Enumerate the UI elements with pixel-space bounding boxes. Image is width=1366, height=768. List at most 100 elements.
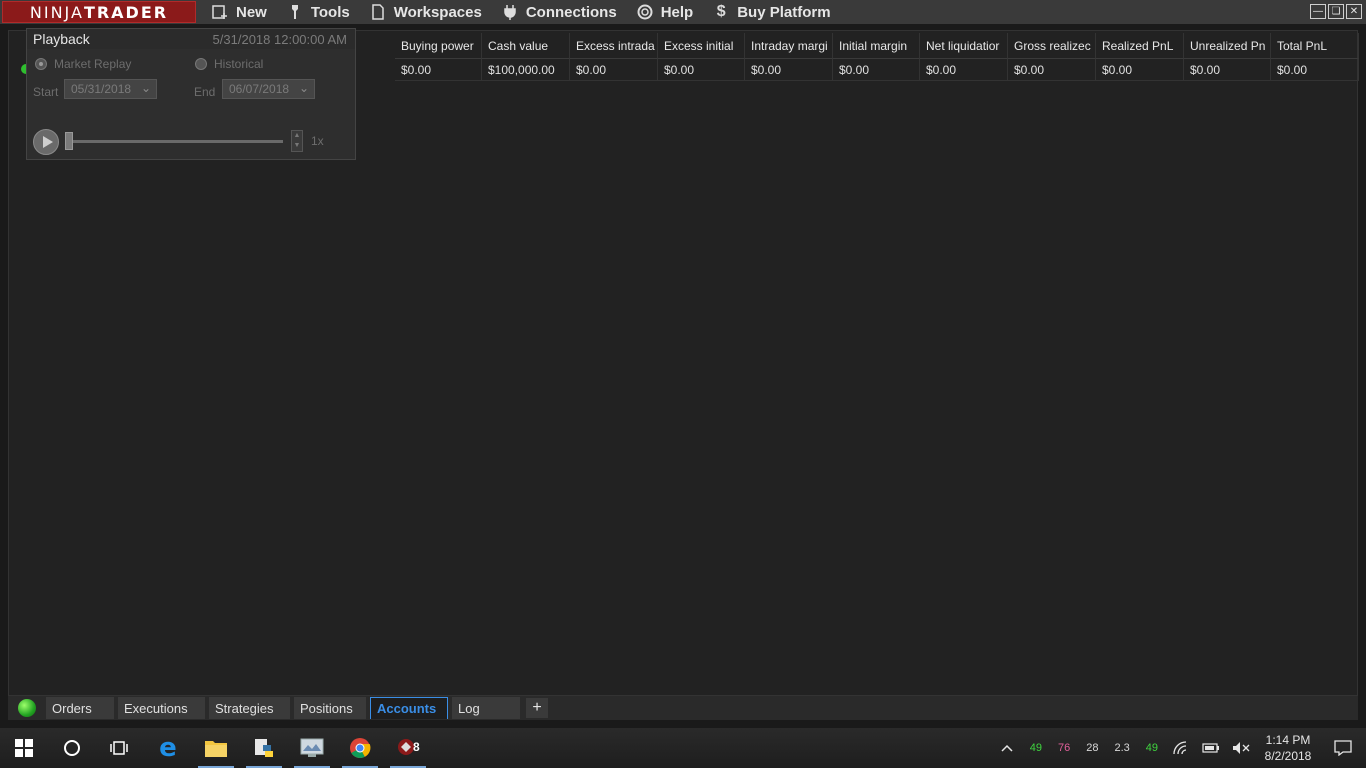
column-header[interactable]: Buying power: [395, 33, 482, 59]
chevron-up-icon[interactable]: [992, 744, 1022, 752]
clock-date: 8/2/2018: [1264, 749, 1312, 763]
market-replay-label: Market Replay: [54, 57, 132, 71]
connection-status-icon: [18, 699, 36, 717]
column-header[interactable]: Initial margin: [833, 33, 920, 59]
menu-workspaces[interactable]: Workspaces: [360, 0, 492, 24]
new-window-icon: [212, 4, 228, 20]
lifebuoy-icon: [637, 4, 653, 20]
search-circle-icon[interactable]: [48, 728, 96, 768]
cell-cash-value: $100,000.00: [482, 59, 570, 81]
cell-net-liquidation: $0.00: [920, 59, 1008, 81]
menu-buy-platform-label: Buy Platform: [737, 3, 831, 21]
speed-spinner[interactable]: ▲ ▼: [291, 130, 303, 152]
battery-icon[interactable]: [1196, 743, 1226, 753]
tab-orders[interactable]: Orders: [46, 697, 114, 719]
table-row[interactable]: $0.00 $100,000.00 $0.00 $0.00 $0.00 $0.0…: [395, 59, 1359, 81]
tray-stat: 28: [1086, 742, 1099, 754]
monitor-app-icon[interactable]: [288, 728, 336, 768]
end-date-value: 06/07/2018: [229, 82, 290, 96]
python-icon[interactable]: [240, 728, 288, 768]
file-explorer-icon[interactable]: [192, 728, 240, 768]
cell-unrealized-pnl: $0.00: [1184, 59, 1271, 81]
column-header[interactable]: Cash value: [482, 33, 570, 59]
end-date-select[interactable]: 06/07/2018 ⌄: [222, 79, 315, 99]
tab-positions[interactable]: Positions: [294, 697, 366, 719]
column-header[interactable]: Realized PnL: [1096, 33, 1184, 59]
tray-stat: 49: [1145, 742, 1158, 754]
add-tab-button[interactable]: +: [526, 698, 548, 718]
menu-workspaces-label: Workspaces: [393, 3, 482, 21]
ninjatrader-badge: 8: [413, 740, 420, 754]
menu-connections-label: Connections: [525, 3, 617, 21]
wifi-icon[interactable]: [1166, 741, 1196, 755]
column-header[interactable]: Net liquidatior: [920, 33, 1008, 59]
cell-realized-pnl: $0.00: [1096, 59, 1184, 81]
tab-log[interactable]: Log: [452, 697, 520, 719]
market-replay-radio[interactable]: Market Replay: [35, 57, 131, 71]
cell-gross-realized: $0.00: [1008, 59, 1096, 81]
volume-muted-icon[interactable]: [1226, 741, 1256, 755]
historical-radio[interactable]: Historical: [195, 57, 263, 71]
column-header[interactable]: Intraday margi: [745, 33, 833, 59]
chevron-down-icon: ⌄: [298, 81, 309, 95]
play-button[interactable]: [33, 129, 59, 155]
tab-strategies[interactable]: Strategies: [209, 697, 290, 719]
system-clock[interactable]: 1:14 PM 8/2/2018: [1256, 732, 1320, 764]
playback-slider-track[interactable]: [69, 140, 283, 143]
start-date-select[interactable]: 05/31/2018 ⌄: [64, 79, 157, 99]
ninjatrader-icon[interactable]: 8: [384, 728, 432, 768]
historical-label: Historical: [214, 57, 264, 71]
logo-prefix: NINJA: [29, 2, 84, 22]
radio-unselected-icon: [195, 58, 207, 70]
tray-stat: 76: [1057, 742, 1071, 754]
dollar-icon: $: [716, 3, 726, 20]
column-header[interactable]: Excess intrada: [570, 33, 658, 59]
column-header[interactable]: Total PnL: [1271, 33, 1359, 59]
chrome-icon[interactable]: [336, 728, 384, 768]
playback-panel: Playback 5/31/2018 12:00:00 AM Market Re…: [26, 28, 356, 160]
menu-buy-platform[interactable]: $ Buy Platform: [703, 0, 840, 24]
menu-help-label: Help: [660, 3, 694, 21]
tab-bar: Orders Executions Strategies Positions A…: [8, 696, 1358, 720]
cell-excess-intraday: $0.00: [570, 59, 658, 81]
close-button[interactable]: ✕: [1346, 4, 1362, 19]
menu-tools-label: Tools: [310, 3, 350, 21]
cell-initial-margin: $0.00: [833, 59, 920, 81]
menu-help[interactable]: Help: [627, 0, 704, 24]
ninjatrader-logo[interactable]: NINJA TRADER: [2, 1, 196, 23]
tab-executions[interactable]: Executions: [118, 697, 205, 719]
playback-slider-thumb[interactable]: [65, 132, 73, 150]
action-center-icon[interactable]: [1320, 740, 1366, 756]
window-controls: — ❏ ✕: [1310, 4, 1362, 19]
edge-browser-icon[interactable]: e: [144, 728, 192, 768]
tab-accounts[interactable]: Accounts: [370, 697, 448, 719]
menu-new[interactable]: New: [202, 0, 277, 24]
windows-start-icon[interactable]: [0, 728, 48, 768]
menu-connections[interactable]: Connections: [492, 0, 627, 24]
cell-excess-initial: $0.00: [658, 59, 745, 81]
playback-speed: 1x: [311, 134, 324, 148]
start-label: Start: [33, 85, 59, 99]
end-label: End: [194, 85, 216, 99]
playback-title: Playback: [33, 31, 90, 47]
clock-time: 1:14 PM: [1265, 733, 1311, 747]
tray-stat: 49: [1029, 742, 1042, 754]
chevron-down-icon: ⌄: [140, 81, 151, 95]
plug-icon: [502, 4, 518, 20]
document-icon: [370, 4, 386, 20]
menu-tools[interactable]: Tools: [277, 0, 360, 24]
playback-datetime: 5/31/2018 12:00:00 AM: [212, 31, 347, 47]
title-bar: NINJA TRADER New Tools Workspaces Connect…: [0, 0, 1366, 24]
column-header[interactable]: Unrealized Pn: [1184, 33, 1271, 59]
tray-stat: 2.3: [1114, 742, 1130, 754]
column-header[interactable]: Excess initial: [658, 33, 745, 59]
cell-buying-power: $0.00: [395, 59, 482, 81]
minimize-button[interactable]: —: [1310, 4, 1326, 19]
restore-button[interactable]: ❏: [1328, 4, 1344, 19]
task-view-icon[interactable]: [96, 728, 144, 768]
start-date-value: 05/31/2018: [71, 82, 132, 96]
wrench-icon: [287, 4, 303, 20]
cell-total-pnl: $0.00: [1271, 59, 1359, 81]
column-header[interactable]: Gross realizec: [1008, 33, 1096, 59]
system-tray: 49 76 28 2.3 49 1:14 PM 8/2/2018: [992, 728, 1366, 768]
